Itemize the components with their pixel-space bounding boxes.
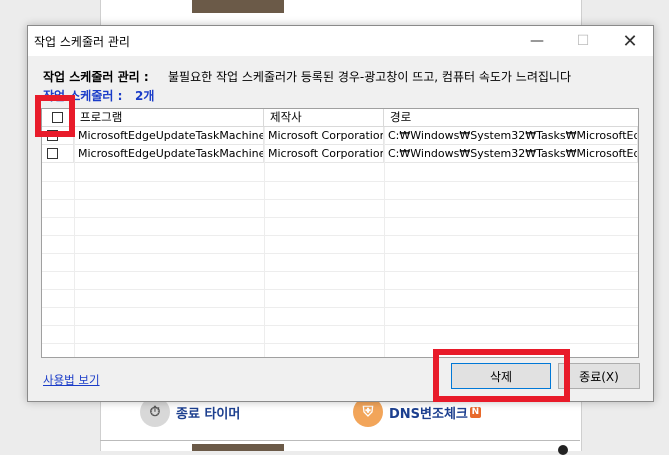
grid-line: [42, 199, 638, 200]
window-title: 작업 스케줄러 관리: [34, 35, 130, 49]
cell-vendor: Microsoft Corporation: [264, 127, 384, 144]
grid-line: [42, 307, 638, 308]
row-checkbox-cell: [42, 145, 74, 162]
maximize-button[interactable]: ☐: [560, 26, 606, 56]
grid-line: [42, 217, 638, 218]
table-row[interactable]: MicrosoftEdgeUpdateTaskMachine... Micros…: [42, 127, 638, 145]
cell-program: MicrosoftEdgeUpdateTaskMachineUA: [74, 145, 264, 162]
cell-vendor: Microsoft Corporation: [264, 145, 384, 162]
info-message: 불필요한 작업 스케줄러가 등록된 경우-광고창이 뜨고, 컴퓨터 속도가 느려…: [168, 70, 571, 84]
grid-line: [42, 325, 638, 326]
grid-line: [42, 181, 638, 182]
table-row[interactable]: MicrosoftEdgeUpdateTaskMachineUA Microso…: [42, 145, 638, 163]
cell-path: C:₩Windows₩System32₩Tasks₩MicrosoftEd...: [384, 127, 638, 144]
background-thumbnail-bottom: [192, 444, 284, 451]
close-button[interactable]: ✕: [607, 26, 653, 56]
info-label: 작업 스케줄러 관리 :: [43, 70, 149, 84]
grid-column-line: [264, 127, 265, 357]
minimize-button[interactable]: —: [514, 26, 560, 56]
column-header-vendor[interactable]: 제작사: [264, 109, 384, 126]
grid-line: [42, 271, 638, 272]
exit-button[interactable]: 종료(X): [558, 363, 640, 389]
column-header-program[interactable]: 프로그램: [74, 109, 264, 126]
cell-program: MicrosoftEdgeUpdateTaskMachine...: [74, 127, 264, 144]
title-bar[interactable]: 작업 스케줄러 관리 — ☐ ✕: [28, 26, 653, 56]
task-scheduler-dialog: 작업 스케줄러 관리 — ☐ ✕ 작업 스케줄러 관리 : 불필요한 작업 스케…: [27, 25, 654, 402]
grid-column-line: [384, 127, 385, 357]
task-list[interactable]: 프로그램 제작사 경로 MicrosoftEdgeUpdateTaskMachi…: [41, 108, 639, 358]
select-all-highlight: [35, 95, 75, 137]
help-link[interactable]: 사용법 보기: [43, 372, 100, 388]
grid-column-line: [74, 127, 75, 357]
delete-button-highlight: [433, 349, 570, 402]
grid-line: [42, 289, 638, 290]
grid-line: [42, 253, 638, 254]
column-header-path[interactable]: 경로: [384, 109, 638, 126]
cell-path: C:₩Windows₩System32₩Tasks₩MicrosoftEd...: [384, 145, 638, 162]
list-header: 프로그램 제작사 경로: [42, 109, 638, 127]
task-count-value: 2개: [135, 89, 155, 103]
background-thumbnail: [192, 0, 284, 13]
background-divider: [100, 440, 580, 441]
dns-check-label: DNS변조체크: [389, 406, 468, 422]
new-badge: N: [469, 406, 481, 418]
shutdown-timer-label: 종료 타이머: [176, 406, 241, 422]
grid-line: [42, 343, 638, 344]
row-checkbox[interactable]: [47, 148, 58, 159]
grid-line: [42, 235, 638, 236]
background-menu-dot-icon: [558, 445, 568, 455]
